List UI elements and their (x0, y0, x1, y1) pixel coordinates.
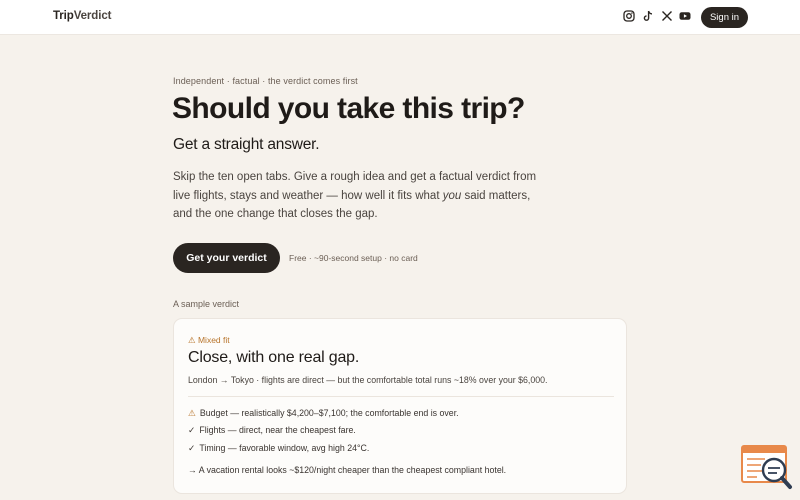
warning-icon: ⚠ (188, 408, 196, 418)
card-divider (188, 396, 614, 397)
sample-verdict-card: ⚠ Mixed fit Close, with one real gap. Lo… (173, 318, 627, 494)
verdict-summary: London → Tokyo · flights are direct — bu… (188, 375, 548, 385)
check-text: Timing — favorable window, avg high 24°C… (199, 443, 370, 453)
hero-description-emphasis: you (442, 189, 462, 202)
sample-verdict-label: A sample verdict (173, 299, 240, 309)
youtube-icon[interactable] (679, 10, 691, 22)
check-text: Budget — realistically $4,200–$7,100; th… (199, 408, 459, 418)
fit-status-badge: ⚠ Mixed fit (188, 335, 230, 345)
hero-subheading: Get a straight answer. (173, 136, 320, 153)
x-icon[interactable] (661, 10, 673, 22)
cta-note: Free · ~90-second setup · no card (289, 253, 418, 263)
brand-name-part1: Trip (53, 10, 74, 22)
check-item-flights: ✓ Flights — direct, near the cheapest far… (188, 425, 356, 436)
top-navigation-bar: TripVerdict Sign in (0, 0, 800, 35)
get-verdict-button[interactable]: Get your verdict (173, 243, 280, 273)
checkmark-icon: ✓ (188, 425, 196, 435)
check-item-timing: ✓ Timing — favorable window, avg high 24°… (188, 443, 369, 454)
brand-name-part2: Verdict (73, 10, 112, 22)
sign-in-button[interactable]: Sign in (701, 7, 748, 28)
hero-description: Skip the ten open tabs. Give a rough ide… (173, 168, 543, 224)
tiktok-icon[interactable] (642, 10, 654, 22)
instagram-icon[interactable] (623, 10, 635, 22)
chat-support-widget-icon[interactable] (741, 444, 793, 490)
checkmark-icon: ✓ (188, 443, 196, 453)
page-title: Should you take this trip? (172, 92, 525, 125)
verdict-title: Close, with one real gap. (188, 349, 360, 366)
hero-eyebrow: Independent · factual · the verdict come… (173, 76, 358, 86)
brand-logo[interactable]: TripVerdict (53, 10, 111, 22)
check-text: Flights — direct, near the cheapest fare… (199, 425, 356, 435)
savings-tip: → A vacation rental looks ~$120/night ch… (188, 465, 507, 475)
check-item-budget: ⚠ Budget — realistically $4,200–$7,100; t… (188, 408, 459, 419)
